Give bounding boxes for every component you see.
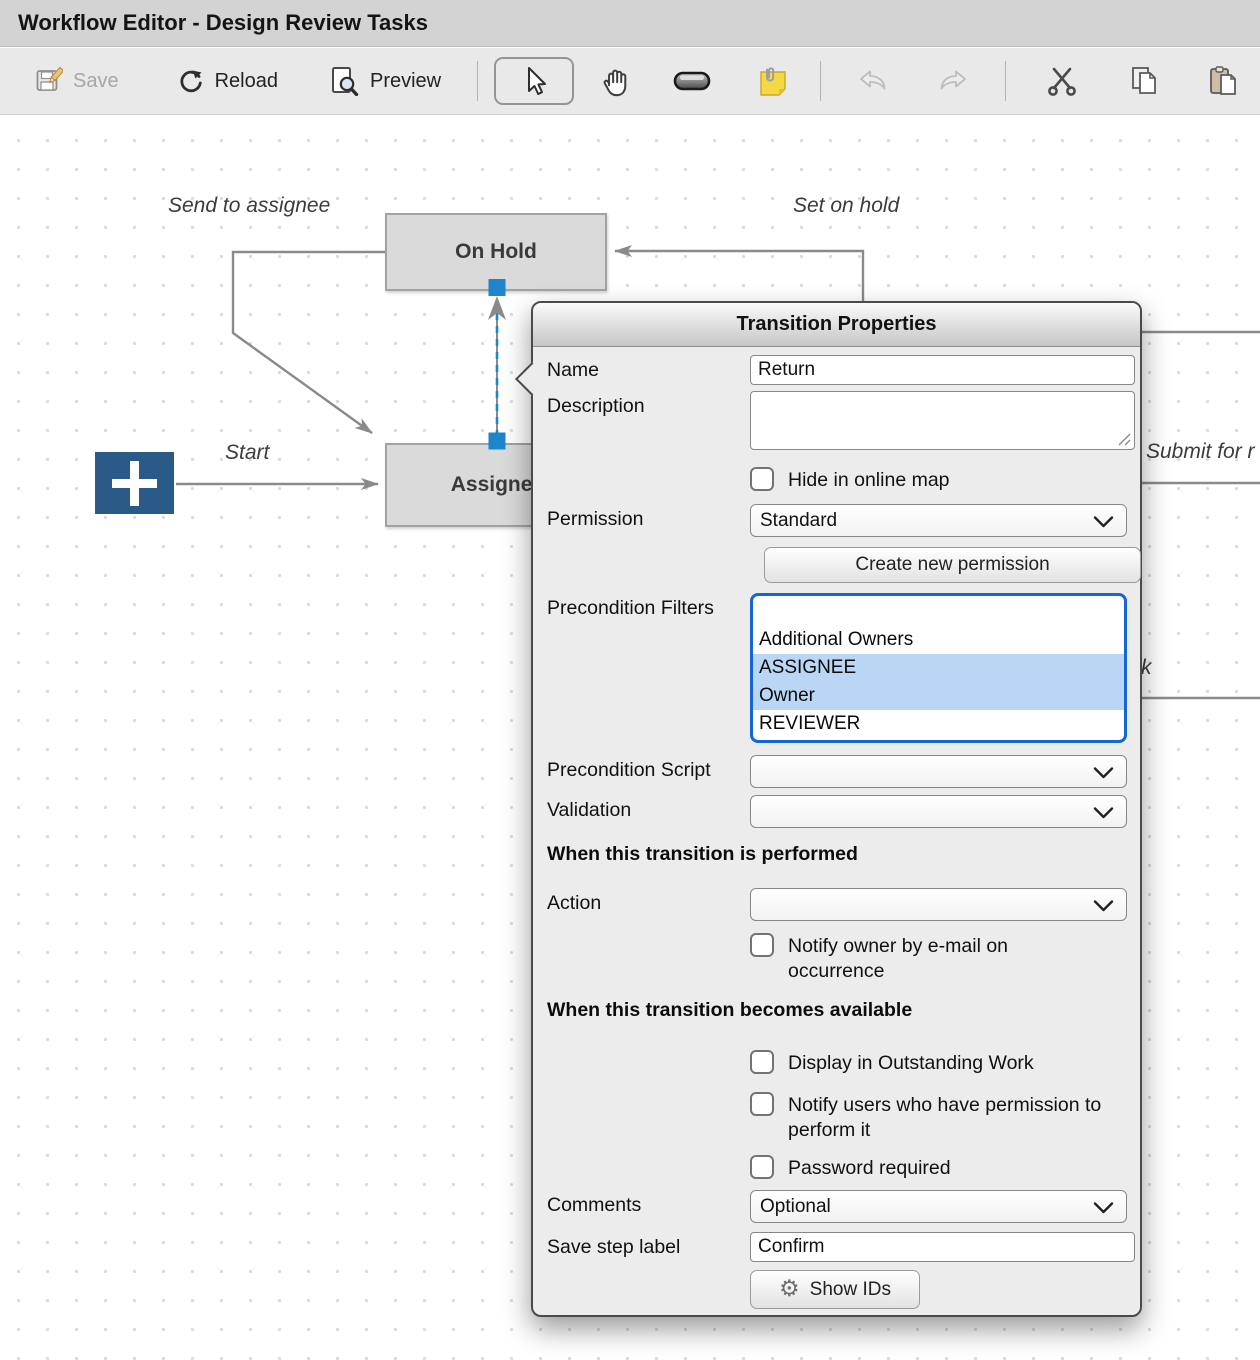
- hide-in-online-map-checkbox[interactable]: [750, 467, 774, 491]
- paste-button[interactable]: [1208, 65, 1238, 97]
- transition-properties-dialog: Transition Properties Name Description H…: [531, 301, 1142, 1317]
- rounded-rect-state-icon: [672, 70, 712, 92]
- start-node[interactable]: [95, 452, 174, 514]
- dialog-title: Transition Properties: [533, 303, 1140, 347]
- pan-tool-button[interactable]: [600, 65, 632, 97]
- resize-handle-icon[interactable]: [1117, 432, 1131, 446]
- transition-send-to-assignee[interactable]: [233, 252, 385, 433]
- note-tool-button[interactable]: [756, 65, 788, 97]
- save-step-input[interactable]: [750, 1232, 1135, 1262]
- reload-button[interactable]: Reload: [177, 67, 278, 95]
- notify-owner-checkbox[interactable]: [750, 933, 774, 957]
- state-on-hold[interactable]: On Hold: [385, 213, 607, 291]
- chevron-down-icon: [1093, 767, 1114, 779]
- list-option-reviewer[interactable]: REVIEWER: [753, 710, 1124, 738]
- list-option-blank[interactable]: [753, 597, 1124, 626]
- copy-icon: [1130, 65, 1160, 97]
- display-outstanding-work-checkbox[interactable]: [750, 1050, 774, 1074]
- state-on-hold-label: On Hold: [455, 240, 537, 264]
- label-set-on-hold: Set on hold: [793, 194, 899, 218]
- show-ids-label: Show IDs: [810, 1279, 891, 1301]
- validation-select[interactable]: [750, 795, 1127, 828]
- comments-value: Optional: [760, 1196, 831, 1218]
- preview-label: Preview: [370, 70, 441, 93]
- comments-label: Comments: [547, 1190, 750, 1223]
- action-select[interactable]: [750, 888, 1127, 921]
- precondition-filters-listbox[interactable]: Additional Owners ASSIGNEE Owner REVIEWE…: [750, 593, 1127, 743]
- chevron-down-icon: [1093, 900, 1114, 912]
- save-step-label: Save step label: [547, 1232, 750, 1262]
- label-submit-for-review-partial: Submit for r: [1146, 440, 1255, 464]
- precondition-script-select[interactable]: [750, 755, 1127, 788]
- toolbar-separator: [477, 61, 478, 101]
- arrow-cursor-icon: [520, 66, 548, 96]
- notify-users-checkbox[interactable]: [750, 1092, 774, 1116]
- validation-label: Validation: [547, 795, 750, 828]
- notify-users-label: Notify users who have permission to perf…: [788, 1092, 1108, 1143]
- display-outstanding-work-label: Display in Outstanding Work: [788, 1050, 1118, 1076]
- chevron-down-icon: [1093, 516, 1114, 528]
- transition-set-on-hold[interactable]: [615, 251, 863, 304]
- label-start: Start: [225, 441, 269, 465]
- permission-value: Standard: [760, 510, 837, 532]
- redo-button[interactable]: [937, 68, 969, 94]
- window-title-bar: Workflow Editor - Design Review Tasks: [0, 0, 1260, 47]
- preview-icon: [330, 66, 360, 96]
- gear-icon: ⚙: [779, 1278, 800, 1301]
- save-icon: [35, 67, 63, 95]
- toolbar: Save Reload Preview: [0, 48, 1260, 115]
- workflow-canvas[interactable]: On Hold Assigned Send to assignee Set on…: [0, 115, 1260, 1360]
- cut-button[interactable]: [1046, 65, 1078, 97]
- list-option-assignee[interactable]: ASSIGNEE: [753, 654, 1124, 682]
- name-label: Name: [547, 355, 750, 385]
- preview-button[interactable]: Preview: [330, 66, 441, 96]
- list-option-additional-owners[interactable]: Additional Owners: [753, 626, 1124, 654]
- section-when-available: When this transition becomes available: [547, 999, 912, 1022]
- copy-button[interactable]: [1130, 65, 1160, 97]
- undo-icon: [857, 68, 889, 94]
- open-hand-icon: [600, 65, 632, 97]
- show-ids-button[interactable]: ⚙ Show IDs: [750, 1270, 920, 1309]
- toolbar-separator: [820, 61, 821, 101]
- redo-icon: [937, 68, 969, 94]
- state-tool-button[interactable]: [672, 70, 712, 92]
- comments-select[interactable]: Optional: [750, 1190, 1127, 1223]
- window-title: Workflow Editor - Design Review Tasks: [0, 10, 428, 36]
- pointer-tool-button[interactable]: [494, 57, 574, 105]
- label-rework-partial: k: [1141, 656, 1152, 680]
- reload-icon: [177, 67, 205, 95]
- plus-icon: [95, 452, 174, 514]
- name-input[interactable]: [750, 355, 1135, 385]
- scissors-icon: [1046, 65, 1078, 97]
- reload-label: Reload: [215, 70, 278, 93]
- password-required-label: Password required: [788, 1155, 1118, 1181]
- paste-icon: [1208, 65, 1238, 97]
- chevron-down-icon: [1093, 807, 1114, 819]
- precondition-script-label: Precondition Script: [547, 755, 750, 788]
- undo-button[interactable]: [857, 68, 889, 94]
- list-option-owner[interactable]: Owner: [753, 682, 1124, 710]
- label-send-to-assignee: Send to assignee: [168, 194, 330, 218]
- permission-label: Permission: [547, 504, 750, 537]
- create-new-permission-button[interactable]: Create new permission: [764, 547, 1141, 583]
- sticky-note-icon: [756, 65, 788, 97]
- description-textarea[interactable]: [750, 391, 1135, 450]
- chevron-down-icon: [1093, 1202, 1114, 1214]
- permission-select[interactable]: Standard: [750, 504, 1127, 537]
- hide-in-online-map-label: Hide in online map: [788, 467, 1118, 493]
- password-required-checkbox[interactable]: [750, 1155, 774, 1179]
- description-label: Description: [547, 391, 750, 450]
- toolbar-separator: [1005, 61, 1006, 101]
- action-label: Action: [547, 888, 750, 921]
- notify-owner-label: Notify owner by e-mail on occurrence: [788, 933, 1038, 984]
- precondition-filters-label: Precondition Filters: [547, 593, 750, 743]
- section-when-performed: When this transition is performed: [547, 843, 858, 866]
- save-label: Save: [73, 70, 119, 93]
- save-button[interactable]: Save: [35, 67, 119, 95]
